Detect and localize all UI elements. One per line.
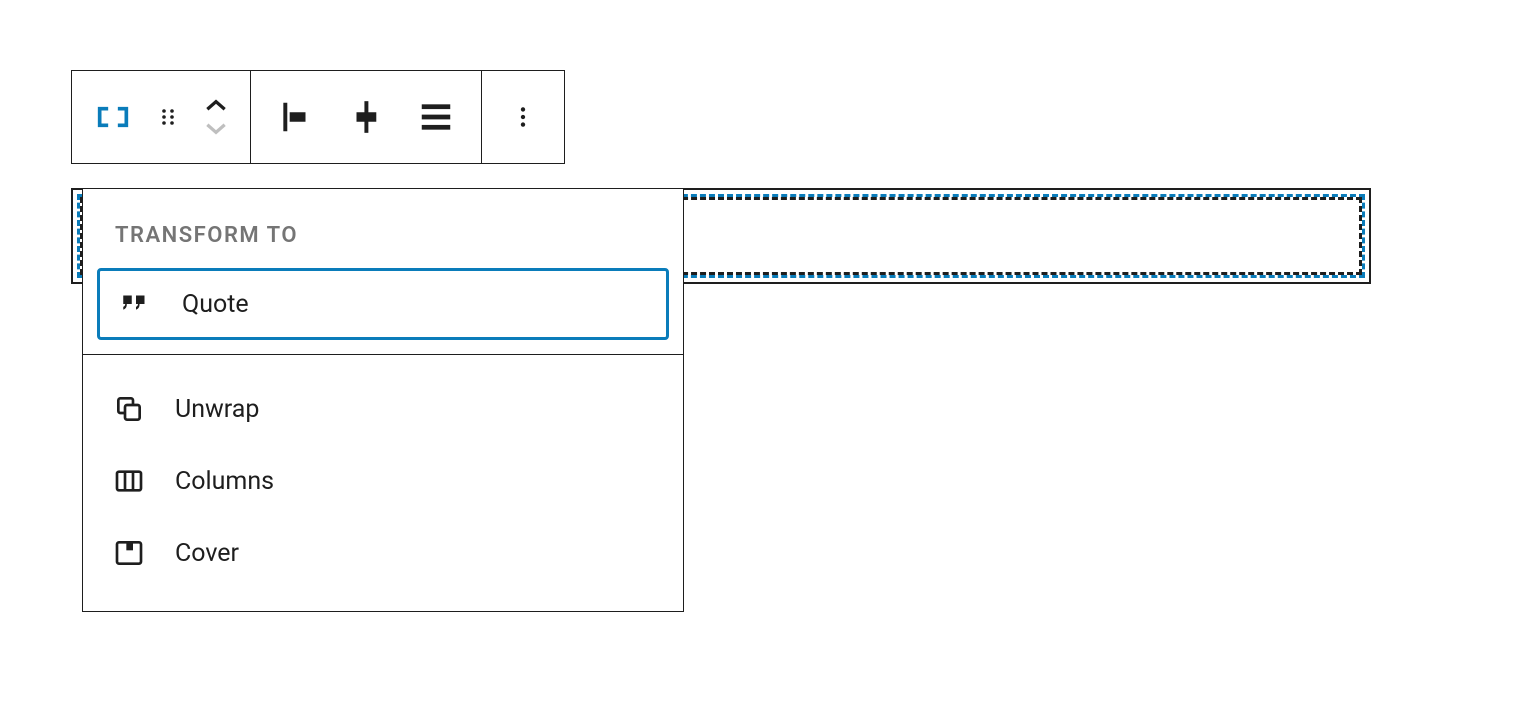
align-left-button[interactable] <box>261 71 331 163</box>
menu-item-label: Cover <box>175 539 239 568</box>
block-mover <box>192 71 240 163</box>
toolbar-group-more <box>481 71 564 163</box>
row-icon <box>93 97 133 137</box>
align-center-icon <box>347 98 385 136</box>
transform-heading: TRANSFORM TO <box>83 189 683 268</box>
drag-handle-icon <box>156 105 180 129</box>
cover-icon <box>111 535 147 571</box>
justify-icon <box>417 98 455 136</box>
menu-item-label: Columns <box>175 467 274 496</box>
toolbar-group-alignment <box>250 71 481 163</box>
more-options-icon <box>510 104 536 130</box>
toolbar-group-block-type <box>72 71 250 163</box>
move-down-button[interactable] <box>203 120 229 136</box>
quote-icon <box>118 286 154 322</box>
justify-button[interactable] <box>401 71 471 163</box>
transform-option-cover[interactable]: Cover <box>83 517 683 589</box>
chevron-down-icon <box>203 120 229 136</box>
transform-option-quote[interactable]: Quote <box>97 268 669 340</box>
transform-popover: TRANSFORM TO Quote Unwrap <box>82 188 684 612</box>
align-left-icon <box>277 98 315 136</box>
chevron-up-icon <box>203 98 229 114</box>
block-toolbar <box>71 70 565 164</box>
transform-option-columns[interactable]: Columns <box>83 445 683 517</box>
menu-item-label: Quote <box>182 290 249 319</box>
transform-secondary-group: Unwrap Columns Cover <box>83 355 683 611</box>
more-options-button[interactable] <box>492 71 554 163</box>
block-type-button[interactable] <box>82 71 144 163</box>
drag-handle-button[interactable] <box>144 71 192 163</box>
columns-icon <box>111 463 147 499</box>
transform-option-unwrap[interactable]: Unwrap <box>83 373 683 445</box>
align-center-button[interactable] <box>331 71 401 163</box>
move-up-button[interactable] <box>203 98 229 114</box>
menu-item-label: Unwrap <box>175 395 259 424</box>
unwrap-icon <box>111 391 147 427</box>
